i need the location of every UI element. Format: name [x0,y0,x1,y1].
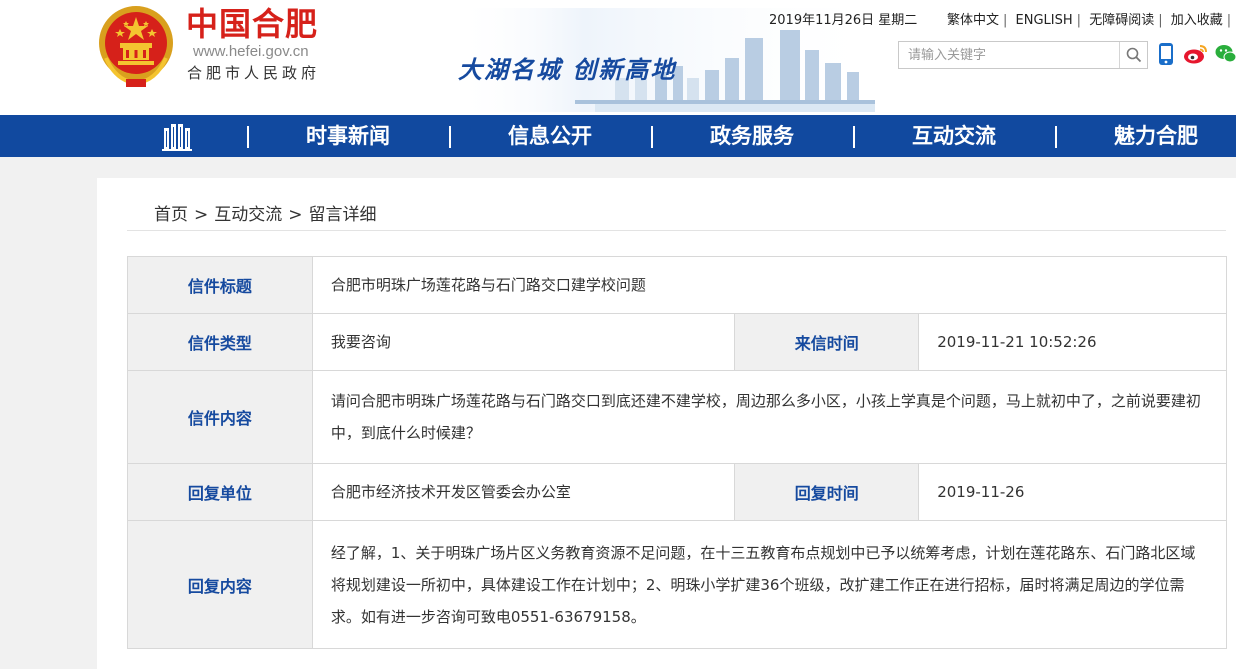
letter-time-label: 来信时间 [734,313,920,371]
table-row: 信件内容 请问合肥市明珠广场莲花路与石门路交口到底还建不建学校，周边那么多小区，… [127,370,1228,464]
breadcrumb-divider [127,230,1226,231]
breadcrumb-current: 留言详细 [308,205,377,225]
breadcrumb-interaction[interactable]: 互动交流 [214,205,282,225]
nav-item-news[interactable]: 时事新闻 [248,115,448,157]
nav-item-gov-services[interactable]: 政务服务 [652,115,852,157]
accessibility-link[interactable]: 无障碍阅读 [1089,13,1154,28]
breadcrumb-home[interactable]: 首页 [154,205,188,225]
letter-time: 2019-11-21 10:52:26 [918,313,1227,371]
reply-time: 2019-11-26 [918,463,1227,521]
search-button[interactable] [1119,42,1147,68]
city-building-icon[interactable] [160,122,194,152]
main-content: 首页 > 互动交流 > 留言详细 信件标题 合肥市明珠广场莲花路与石门路交口建学校问题 … [97,178,1236,669]
search-box [898,41,1148,69]
search-input[interactable] [899,42,1119,68]
letter-title: 合肥市明珠广场莲花路与石门路交口建学校问题 [311,256,1228,314]
search-icon [1126,47,1141,63]
breadcrumb: 首页 > 互动交流 > 留言详细 [154,205,377,225]
reply-time-label: 回复时间 [734,463,920,521]
add-favorite-link[interactable]: 加入收藏 [1171,13,1223,28]
site-header: 中国合肥 www.hefei.gov.cn 合肥市人民政府 大湖名城 创新高地 … [0,0,1236,115]
current-date: 2019年11月26日 星期二 [769,13,918,28]
table-row: 回复单位 合肥市经济技术开发区管委会办公室 回复时间 2019-11-26 [127,463,1227,521]
table-row: 信件类型 我要咨询 来信时间 2019-11-21 10:52:26 [127,313,1227,371]
nav-item-charm-hefei[interactable]: 魅力合肥 [1056,115,1236,157]
nav-item-info-disclosure[interactable]: 信息公开 [450,115,650,157]
weibo-icon[interactable] [1183,43,1209,65]
top-links: 繁体中文 | ENGLISH | 无障碍阅读 | 加入收藏 | [947,13,1232,28]
table-row: 回复内容 经了解，1、关于明珠广场片区义务教育资源不足问题，在十三五教育布点规划… [127,520,1228,649]
reply-unit: 合肥市经济技术开发区管委会办公室 [311,463,736,521]
mobile-icon[interactable] [1158,42,1174,66]
letter-type-label: 信件类型 [127,313,313,371]
letter-title-label: 信件标题 [127,256,313,314]
letter-type: 我要咨询 [311,313,736,371]
site-subtitle: 合肥市人民政府 [187,64,321,82]
reply-content-label: 回复内容 [127,520,313,649]
reply-content: 经了解，1、关于明珠广场片区义务教育资源不足问题，在十三五教育布点规划中已予以统… [311,520,1228,649]
letter-content: 请问合肥市明珠广场莲花路与石门路交口到底还建不建学校，周边那么多小区，小孩上学真… [311,370,1228,464]
site-url[interactable]: www.hefei.gov.cn [193,43,309,60]
main-nav: 时事新闻 信息公开 政务服务 互动交流 魅力合肥 [0,115,1236,157]
traditional-chinese-link[interactable]: 繁体中文 [947,13,999,28]
letter-content-label: 信件内容 [127,370,313,464]
slogan: 大湖名城 创新高地 [458,55,677,84]
site-title[interactable]: 中国合肥 [186,4,318,44]
letter-detail-table: 信件标题 合肥市明珠广场莲花路与石门路交口建学校问题 信件类型 我要咨询 来信时… [127,256,1228,649]
wechat-icon[interactable] [1215,43,1236,65]
reply-unit-label: 回复单位 [127,463,313,521]
english-link[interactable]: ENGLISH [1016,13,1073,28]
table-row: 信件标题 合肥市明珠广场莲花路与石门路交口建学校问题 [127,256,1228,314]
national-emblem-icon[interactable] [96,3,176,89]
nav-item-interaction[interactable]: 互动交流 [854,115,1054,157]
